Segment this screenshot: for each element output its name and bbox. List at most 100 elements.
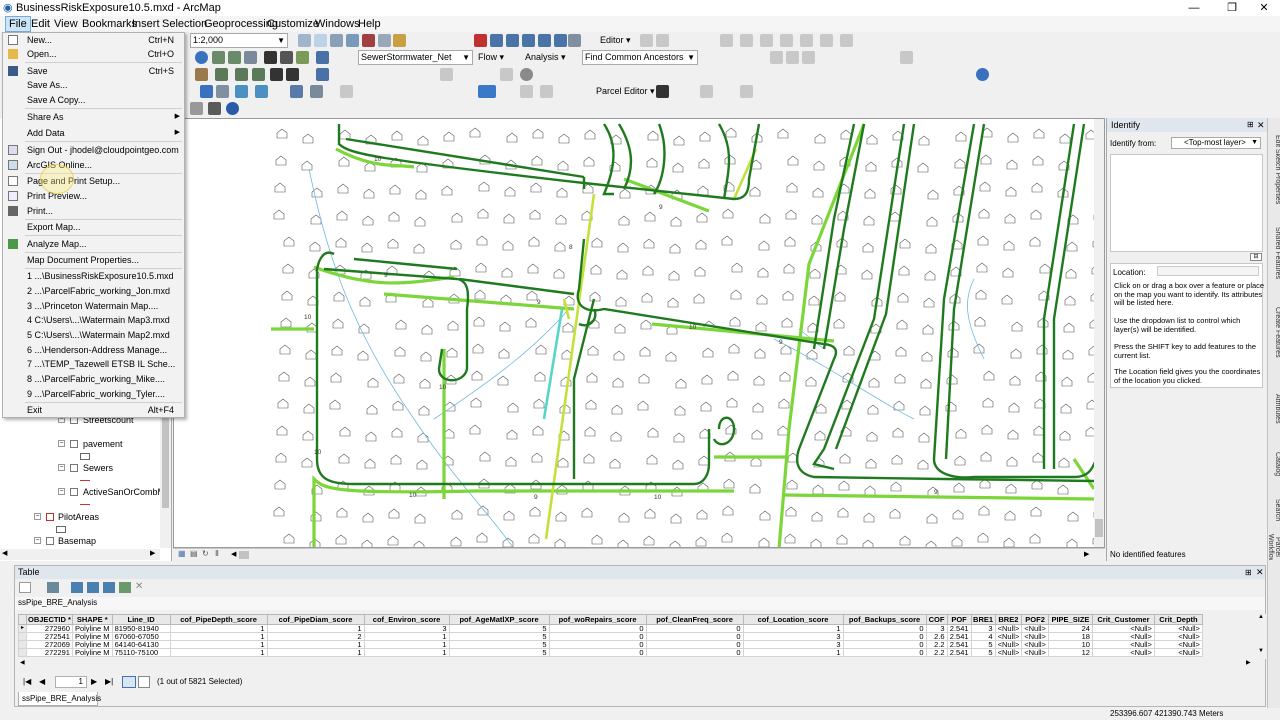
previous-extent-icon[interactable]: [286, 68, 299, 81]
flow-menu[interactable]: Flow ▾: [478, 50, 504, 65]
whats-this-icon[interactable]: [226, 102, 239, 115]
table-cell[interactable]: 3: [925, 624, 948, 633]
table-cell[interactable]: 0: [645, 624, 744, 633]
toc-layer-pavement[interactable]: pavement: [83, 438, 123, 450]
table-row[interactable]: 272541 Polyline M 67060-67050 1 2 1 5 0 0 3 0 2.6 2.…: [17, 632, 1203, 641]
table-cell[interactable]: 272069: [26, 640, 73, 649]
table-cell[interactable]: 2.541: [946, 648, 972, 657]
close-icon[interactable]: ✕: [1257, 118, 1265, 132]
pin-icon[interactable]: ⊞: [1245, 566, 1252, 579]
recent-file-8[interactable]: 8 ...\ParcelFabric_working_Mike....: [3, 372, 184, 386]
menu-help[interactable]: Help: [355, 16, 384, 32]
file-menu-print-preview[interactable]: Print Preview...: [3, 189, 184, 203]
table-cell[interactable]: <Null>: [1153, 648, 1203, 657]
table-cell[interactable]: 1: [169, 624, 268, 633]
file-menu-print[interactable]: Print...: [3, 204, 184, 218]
map-view[interactable]: 10 10 9 9 9 10 9 10 10 10 9 10 9 8: [173, 118, 1105, 548]
tab-parcel-workflows[interactable]: Parcel Workflows: [1268, 534, 1280, 560]
restore-icon[interactable]: ❐: [1218, 0, 1246, 16]
table-cell[interactable]: 3: [742, 640, 844, 649]
table-row[interactable]: 272291 Polyline M 75110-75100 1 1 1 5 0 0 1 0 2.2 2.…: [17, 648, 1203, 657]
layer-checkbox[interactable]: [70, 440, 78, 448]
table-cell[interactable]: 0: [548, 632, 647, 641]
switch-selection-icon[interactable]: [87, 582, 99, 593]
table-cell[interactable]: 1: [742, 624, 844, 633]
zoom-out-icon[interactable]: [252, 68, 265, 81]
identify-results-tree[interactable]: [1110, 154, 1263, 252]
row-selector[interactable]: [17, 640, 28, 649]
snapping-icon[interactable]: [840, 34, 853, 47]
previous-record-icon[interactable]: ◀: [39, 677, 45, 686]
table-cell[interactable]: 272541: [26, 632, 73, 641]
table-cell[interactable]: 4: [970, 632, 996, 641]
table-cell[interactable]: 18: [1047, 632, 1093, 641]
file-menu-exit[interactable]: Exit Alt+F4: [3, 403, 184, 417]
file-menu-save-as[interactable]: Save As...: [3, 78, 184, 92]
collapse-icon[interactable]: −: [34, 513, 41, 520]
table-cell[interactable]: Polyline M: [71, 624, 113, 633]
info-icon[interactable]: [195, 51, 208, 64]
table-cell[interactable]: 5: [448, 632, 550, 641]
table-cell[interactable]: <Null>: [1153, 624, 1203, 633]
column-header[interactable]: OBJECTID *: [26, 614, 73, 625]
recent-file-5[interactable]: 5 C:\Users\...\Watermain Map2.mxd: [3, 328, 184, 342]
options-icon[interactable]: [568, 34, 581, 47]
table-cell[interactable]: 1: [266, 624, 365, 633]
location-field[interactable]: [1157, 266, 1259, 276]
catalog-icon[interactable]: [330, 34, 343, 47]
topology-edit-icon[interactable]: [786, 51, 799, 64]
table-options-icon[interactable]: [19, 582, 31, 593]
text-tool-icon[interactable]: [340, 85, 353, 98]
file-menu-save-a-copy[interactable]: Save A Copy...: [3, 93, 184, 107]
table-cell[interactable]: 2.541: [946, 640, 972, 649]
table-cell[interactable]: Polyline M: [71, 648, 113, 657]
html-popup-icon[interactable]: [316, 51, 329, 64]
table-cell[interactable]: 0: [548, 640, 647, 649]
network-icon[interactable]: [538, 34, 551, 47]
last-record-icon[interactable]: ▶|: [105, 677, 113, 686]
menu-insert[interactable]: Insert: [129, 16, 163, 32]
file-menu-analyze-map[interactable]: Analyze Map...: [3, 237, 184, 251]
help-icon[interactable]: [976, 68, 989, 81]
table-cell[interactable]: 2.541: [946, 632, 972, 641]
zoom-in-fixed-icon[interactable]: [212, 51, 225, 64]
column-header[interactable]: Crit_Customer: [1091, 614, 1155, 625]
table-cell[interactable]: 67060-67050: [111, 632, 171, 641]
table-cell[interactable]: 1: [266, 640, 365, 649]
table-cell[interactable]: 5: [448, 640, 550, 649]
flag-icon[interactable]: [506, 34, 519, 47]
table-cell[interactable]: 0: [842, 648, 927, 657]
table-cell[interactable]: 0: [842, 640, 927, 649]
table-cell[interactable]: <Null>: [1153, 632, 1203, 641]
time-slider-icon[interactable]: [255, 85, 268, 98]
table-cell[interactable]: 1: [363, 632, 450, 641]
identify-from-select[interactable]: <Top-most layer> ▼: [1171, 137, 1261, 149]
file-menu-share-as[interactable]: Share As ▶: [3, 110, 184, 124]
column-header[interactable]: cof_Location_score: [742, 614, 844, 625]
data-view-icon[interactable]: ▦: [178, 549, 186, 558]
scroll-thumb[interactable]: [239, 551, 249, 559]
table-cell[interactable]: <Null>: [1091, 640, 1155, 649]
refresh-icon[interactable]: [190, 102, 203, 115]
identify-icon[interactable]: [200, 85, 213, 98]
binoculars-icon[interactable]: [280, 51, 293, 64]
table-horizontal-scrollbar[interactable]: ◀ ▶: [18, 659, 1258, 668]
scroll-right-icon[interactable]: ▶: [1084, 550, 1089, 558]
layer-checkbox[interactable]: [70, 488, 78, 496]
table-cell[interactable]: <Null>: [1091, 632, 1155, 641]
find-icon[interactable]: [264, 51, 277, 64]
table-cell[interactable]: <Null>: [1021, 648, 1049, 657]
scroll-up-icon[interactable]: ▲: [1258, 614, 1264, 620]
collapse-icon[interactable]: −: [58, 440, 65, 447]
recent-file-3[interactable]: 3 ...\Princeton Watermain Map....: [3, 299, 184, 313]
table-cell[interactable]: 1: [169, 640, 268, 649]
table-cell[interactable]: 3: [363, 624, 450, 633]
table-cell[interactable]: <Null>: [1021, 640, 1049, 649]
table-cell[interactable]: 64140-64130: [111, 640, 171, 649]
scroll-left-icon[interactable]: ◀: [2, 549, 7, 557]
validate-icon[interactable]: [802, 51, 815, 64]
column-header[interactable]: Crit_Depth: [1153, 614, 1203, 625]
edit-tool-icon[interactable]: [640, 34, 653, 47]
file-menu-open[interactable]: Open... Ctrl+O: [3, 47, 184, 61]
attribute-table[interactable]: OBJECTID * SHAPE * Line_ID cof_PipeDepth…: [17, 614, 1203, 657]
